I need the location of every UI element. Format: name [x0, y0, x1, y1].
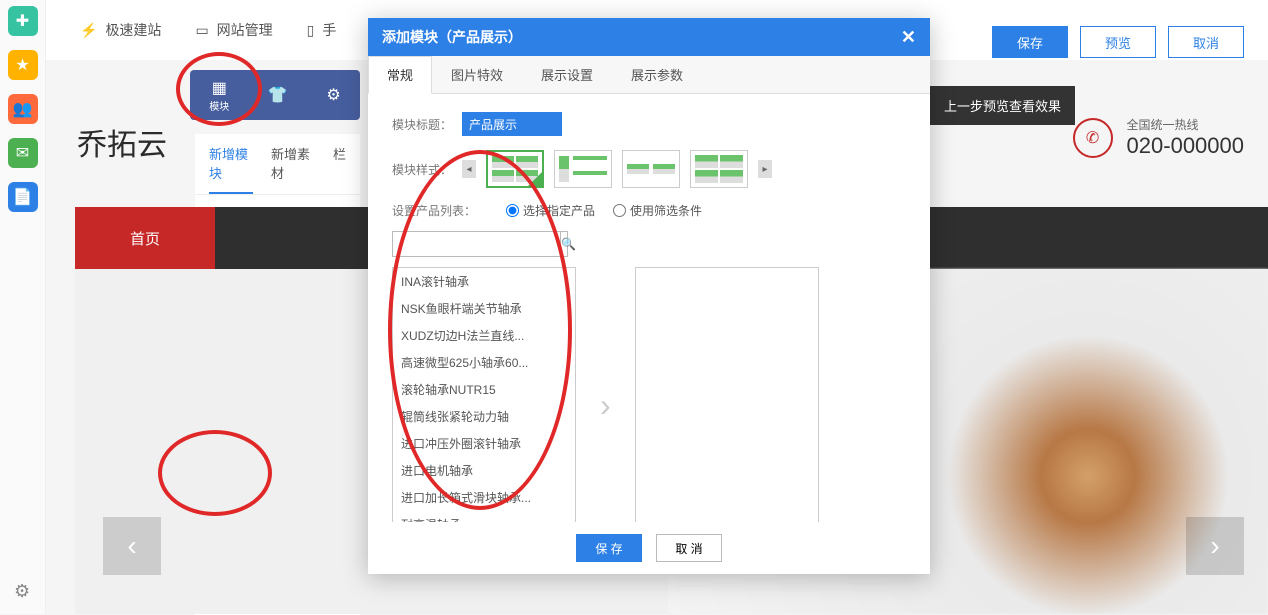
- carousel-next[interactable]: ›: [1186, 517, 1244, 575]
- list-item[interactable]: NSK鱼眼杆端关节轴承: [393, 295, 575, 322]
- mobile-icon: ▯: [307, 22, 315, 39]
- radio-select-specific[interactable]: 选择指定产品: [506, 202, 595, 219]
- modal-tab-general[interactable]: 常规: [368, 56, 432, 94]
- list-item[interactable]: 进口电机轴承: [393, 457, 575, 484]
- save-button[interactable]: 保存: [992, 26, 1068, 58]
- list-item[interactable]: 滚轮轴承NUTR15: [393, 376, 575, 403]
- product-search-input[interactable]: [393, 232, 560, 256]
- modal-cancel-button[interactable]: 取 消: [656, 534, 722, 562]
- top-item-speed-build[interactable]: ⚡ 极速建站: [80, 20, 161, 40]
- list-item[interactable]: 辊筒线张紧轮动力轴: [393, 403, 575, 430]
- available-products-list[interactable]: INA滚针轴承NSK鱼眼杆端关节轴承XUDZ切边H法兰直线...高速微型625小…: [392, 267, 576, 522]
- top-label: 手: [322, 20, 336, 40]
- brand-logo-text: 乔拓云: [77, 120, 167, 164]
- panel-tab-add-asset[interactable]: 新增素材: [271, 144, 315, 194]
- module-toolbar: ▦ 模块 👕 ⚙: [190, 70, 360, 120]
- top-label: 极速建站: [105, 20, 161, 40]
- settings-gear-icon[interactable]: ⚙: [14, 581, 30, 602]
- modal-tab-image-effect[interactable]: 图片特效: [432, 56, 522, 93]
- style-thumb-1[interactable]: [486, 150, 544, 188]
- top-right-buttons: 保存 预览 取消: [992, 26, 1244, 58]
- panel-tab-column[interactable]: 栏: [333, 144, 346, 194]
- style-next[interactable]: ▸: [758, 160, 772, 178]
- lightning-icon: ⚡: [80, 22, 97, 39]
- module-toolbar-module[interactable]: ▦ 模块: [209, 78, 229, 113]
- selected-products-list[interactable]: [635, 267, 819, 522]
- list-item[interactable]: 进口冲压外圈滚针轴承: [393, 430, 575, 457]
- nav-home[interactable]: 首页: [75, 207, 215, 269]
- preview-tip: 上一步预览查看效果: [930, 86, 1075, 125]
- shirt-icon: 👕: [268, 85, 288, 105]
- dock-icon-5[interactable]: 📄: [8, 182, 38, 212]
- style-thumb-4[interactable]: [690, 150, 748, 188]
- modal-tabs: 常规 图片特效 展示设置 展示参数: [368, 56, 930, 94]
- style-thumb-3[interactable]: [622, 150, 680, 188]
- top-label: 网站管理: [217, 20, 273, 40]
- style-field-label: 模块样式：: [392, 161, 462, 178]
- module-title-input[interactable]: [462, 112, 562, 136]
- list-item[interactable]: 耐高温轴承: [393, 511, 575, 522]
- app-dock: ✚ ★ 👥 ✉ 📄: [0, 0, 46, 614]
- modal-title: 添加模块（产品展示）: [382, 27, 522, 47]
- top-item-site-manage[interactable]: ▭ 网站管理: [195, 20, 272, 40]
- carousel-prev[interactable]: ‹: [103, 517, 161, 575]
- title-field-label: 模块标题：: [392, 116, 462, 133]
- modal-tab-display-param[interactable]: 展示参数: [612, 56, 702, 93]
- dock-icon-1[interactable]: ✚: [8, 6, 38, 36]
- dock-icon-2[interactable]: ★: [8, 50, 38, 80]
- search-icon[interactable]: 🔍: [560, 232, 576, 256]
- modal-tab-display-setting[interactable]: 展示设置: [522, 56, 612, 93]
- radio-use-filter[interactable]: 使用筛选条件: [613, 202, 702, 219]
- dock-icon-3[interactable]: 👥: [8, 94, 38, 124]
- style-prev[interactable]: ◂: [462, 160, 476, 178]
- list-item[interactable]: 进口加长箱式滑块轴承...: [393, 484, 575, 511]
- gear-icon: ⚙: [326, 85, 340, 105]
- list-item[interactable]: INA滚针轴承: [393, 268, 575, 295]
- modal-save-button[interactable]: 保 存: [576, 534, 642, 562]
- top-item-mobile[interactable]: ▯ 手: [307, 20, 337, 40]
- module-toolbar-shirt[interactable]: 👕: [268, 85, 288, 105]
- add-module-modal: 添加模块（产品展示） ✕ 常规 图片特效 展示设置 展示参数 模块标题： 模块样…: [368, 18, 930, 574]
- product-search: 🔍: [392, 231, 568, 257]
- hotline-label: 全国统一热线: [1127, 116, 1244, 133]
- preview-button[interactable]: 预览: [1080, 26, 1156, 58]
- hotline-number: 020-000000: [1127, 133, 1244, 159]
- close-icon[interactable]: ✕: [901, 27, 916, 48]
- grid-icon: ▦: [212, 78, 227, 98]
- modal-header: 添加模块（产品展示） ✕: [368, 18, 930, 56]
- module-toolbar-settings[interactable]: ⚙: [326, 85, 340, 105]
- style-thumb-2[interactable]: [554, 150, 612, 188]
- window-icon: ▭: [195, 22, 208, 39]
- panel-tab-add-module[interactable]: 新增模块: [209, 144, 253, 194]
- cancel-button[interactable]: 取消: [1168, 26, 1244, 58]
- transfer-right-icon[interactable]: ›: [600, 387, 611, 424]
- phone-icon: ✆: [1073, 118, 1113, 158]
- list-item[interactable]: XUDZ切边H法兰直线...: [393, 322, 575, 349]
- hotline: ✆ 全国统一热线 020-000000: [1073, 116, 1244, 159]
- toolbar-label: 模块: [209, 98, 229, 113]
- list-setting-label: 设置产品列表：: [392, 202, 488, 219]
- dock-icon-4[interactable]: ✉: [8, 138, 38, 168]
- list-item[interactable]: 高速微型625小轴承60...: [393, 349, 575, 376]
